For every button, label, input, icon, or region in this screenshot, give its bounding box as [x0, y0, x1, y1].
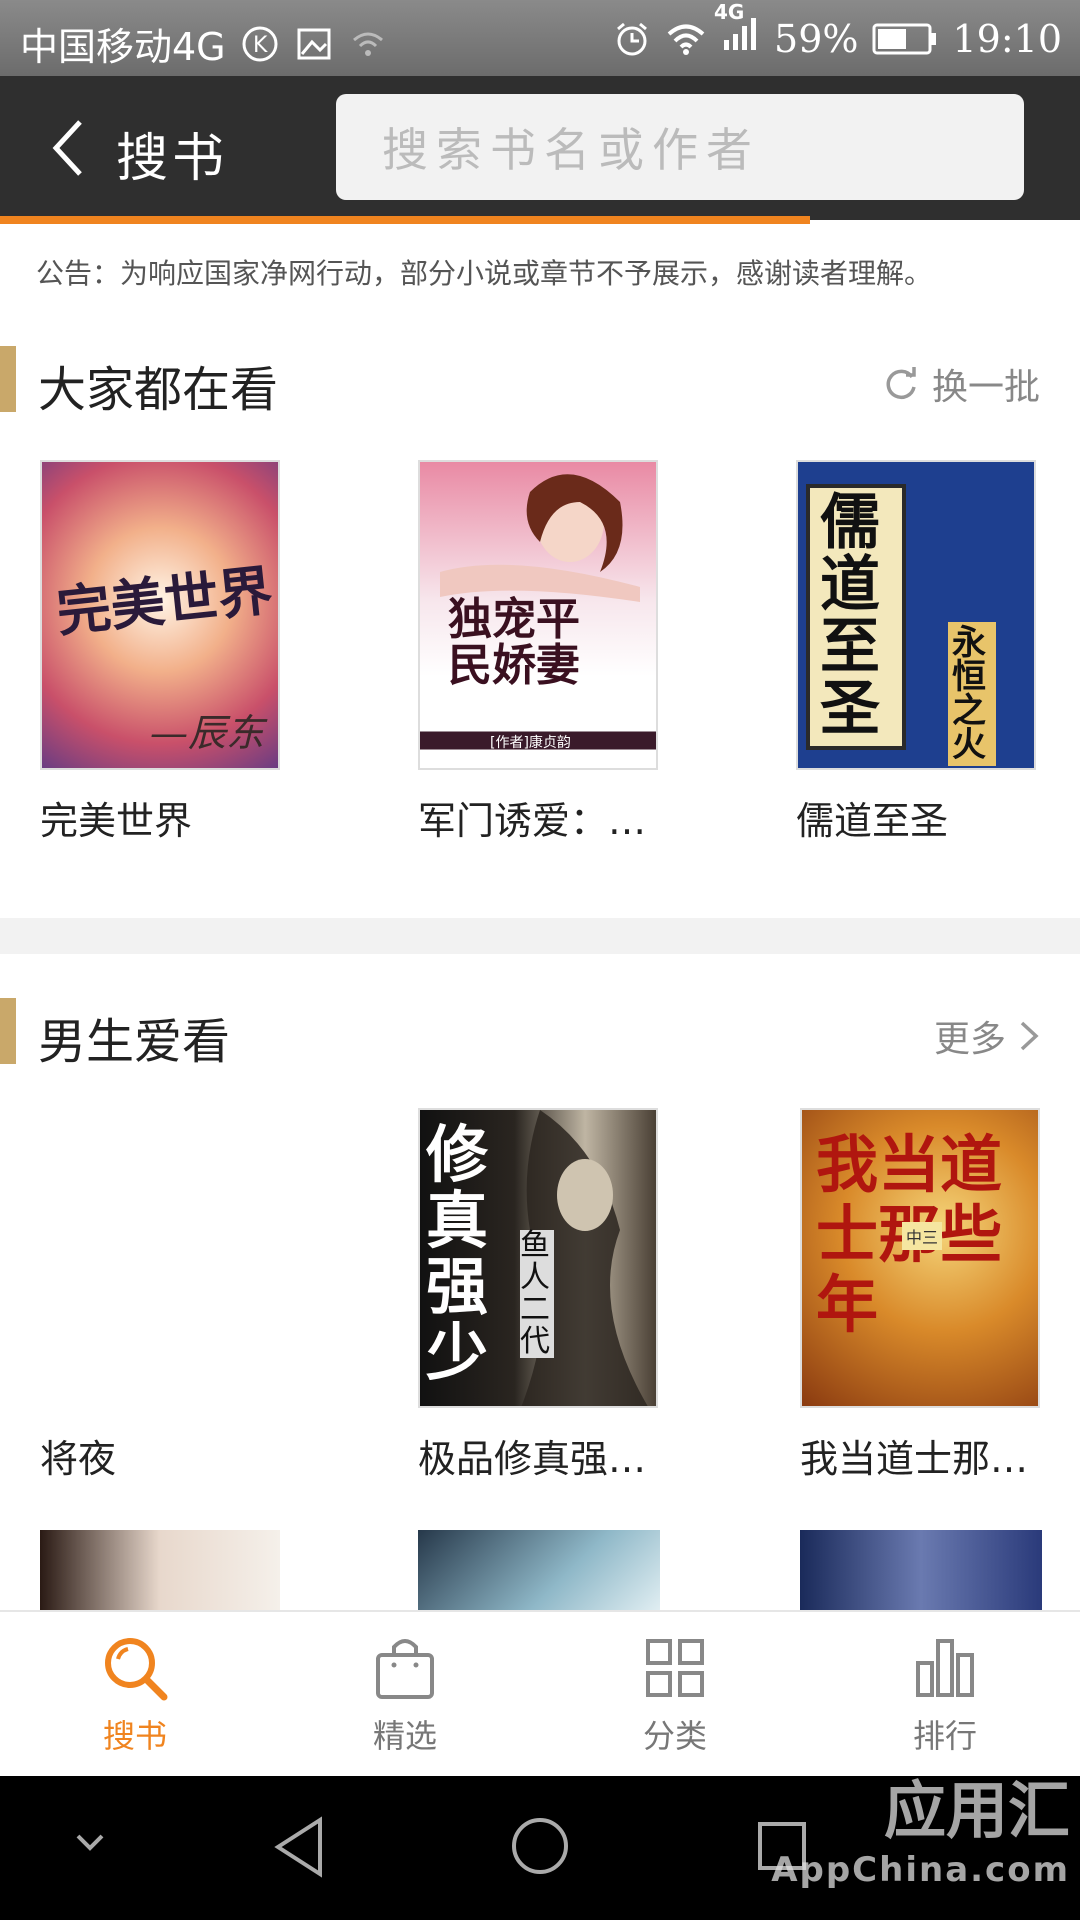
- status-right: 4G 59% 19:10: [612, 0, 1062, 63]
- grid-icon: [646, 1639, 704, 1697]
- tab-label: 精选: [372, 1717, 437, 1755]
- back-arrow-icon[interactable]: [44, 116, 94, 180]
- book-card[interactable]: 完美世界 —辰东 完美世界: [40, 460, 280, 845]
- cover-author: 鱼人二代: [520, 1230, 554, 1358]
- cover-author: 中三: [902, 1222, 943, 1250]
- page-title: 搜书: [116, 129, 229, 189]
- bars-icon: [916, 1639, 974, 1697]
- book-cover: [40, 1108, 280, 1408]
- battery-percent: 59%: [774, 16, 859, 61]
- book-cover: 独宠平民娇妻 [作者]康贞韵: [418, 460, 658, 770]
- refresh-button[interactable]: 换一批: [882, 358, 1040, 410]
- tab-featured[interactable]: 精选: [270, 1612, 540, 1778]
- k-icon: K: [242, 26, 278, 61]
- book-cover: 完美世界 —辰东: [40, 460, 280, 770]
- book-cover: 我当道士那些年 中三: [800, 1108, 1040, 1408]
- more-button[interactable]: 更多: [934, 1010, 1040, 1062]
- carrier-label: 中国移动4G: [20, 25, 226, 69]
- bottom-tab-bar: 搜书 精选 分类 排行: [0, 1610, 1080, 1778]
- book-card[interactable]: 儒道至圣 永恒之火 儒道至圣: [796, 460, 1036, 845]
- search-icon: [105, 1638, 168, 1701]
- loading-progress-bar: [0, 216, 810, 224]
- book-title: 完美世界: [40, 799, 193, 843]
- section-marker: [0, 346, 16, 412]
- book-cover: 修真强少 鱼人二代: [418, 1108, 658, 1408]
- book-title: 军门诱爱：…: [418, 799, 647, 843]
- book-title: 儒道至圣: [796, 799, 949, 843]
- section-divider: [0, 918, 1080, 954]
- more-label: 更多: [933, 1019, 1006, 1060]
- svg-text:K: K: [253, 33, 268, 58]
- watermark-brand: 应用汇: [883, 1774, 1070, 1847]
- signal-group: 4G: [714, 0, 760, 63]
- book-title: 将夜: [40, 1437, 117, 1481]
- tab-label: 搜书: [102, 1717, 167, 1755]
- cover-title: 修真强少: [426, 1118, 489, 1389]
- search-input[interactable]: 搜索书名或作者: [336, 94, 1024, 200]
- wifi-unknown-icon: [352, 32, 383, 56]
- cover-title: 完美世界: [53, 557, 276, 645]
- book-title: 我当道士那…: [800, 1437, 1029, 1481]
- tab-ranking[interactable]: 排行: [810, 1612, 1080, 1778]
- cover-author: 永恒之火: [948, 622, 996, 766]
- status-bar: 中国移动4G K 4G 59% 19:10: [0, 0, 1080, 76]
- cover-author: —辰东: [149, 711, 264, 755]
- book-cover-partial[interactable]: [418, 1530, 660, 1610]
- network-label: 4G: [714, 0, 745, 24]
- chevron-right-icon: [1020, 1021, 1039, 1051]
- tab-label: 分类: [642, 1717, 707, 1755]
- cover-title: 儒道至圣: [820, 488, 880, 744]
- book-card[interactable]: 修真强少 鱼人二代 极品修真强…: [418, 1108, 658, 1483]
- chevron-down-icon[interactable]: [70, 1828, 110, 1858]
- watermark: 应用汇 AppChina.com: [771, 1760, 1070, 1890]
- notice-text: 公告：为响应国家净网行动，部分小说或章节不予展示，感谢读者理解。: [36, 257, 933, 290]
- book-cover-partial[interactable]: [40, 1530, 280, 1610]
- book-cover: 儒道至圣 永恒之火: [796, 460, 1036, 770]
- alarm-icon: [617, 22, 647, 55]
- book-card[interactable]: 将夜: [40, 1108, 280, 1483]
- back-triangle-icon[interactable]: [270, 1814, 330, 1880]
- cover-figure-icon: [440, 474, 640, 602]
- book-title: 极品修真强…: [418, 1437, 647, 1481]
- section-marker: [0, 998, 16, 1064]
- clock: 19:10: [952, 16, 1062, 61]
- refresh-label: 换一批: [931, 367, 1040, 408]
- cover-author: [作者]康贞韵: [490, 735, 571, 751]
- tab-category[interactable]: 分类: [540, 1612, 810, 1778]
- tab-label: 排行: [912, 1717, 977, 1755]
- app-header: 搜书 搜索书名或作者: [0, 76, 1080, 220]
- book-cover-partial[interactable]: [800, 1530, 1042, 1610]
- wifi-icon: [667, 24, 705, 55]
- book-card[interactable]: 独宠平民娇妻 [作者]康贞韵 军门诱爱：…: [418, 460, 658, 845]
- cover-title: 独宠平民娇妻: [448, 594, 580, 691]
- watermark-sub: AppChina.com: [771, 1850, 1070, 1890]
- refresh-icon: [886, 367, 916, 400]
- bag-icon: [376, 1639, 434, 1699]
- section-title-popular: 大家都在看: [38, 362, 279, 418]
- tab-search[interactable]: 搜书: [0, 1612, 270, 1778]
- home-circle-icon[interactable]: [508, 1814, 572, 1878]
- section-title-male: 男生爱看: [38, 1014, 231, 1070]
- image-icon: [297, 28, 331, 59]
- status-left: 中国移动4G K: [20, 16, 388, 71]
- book-card[interactable]: 我当道士那些年 中三 我当道士那…: [800, 1108, 1040, 1483]
- battery-icon: [872, 23, 937, 54]
